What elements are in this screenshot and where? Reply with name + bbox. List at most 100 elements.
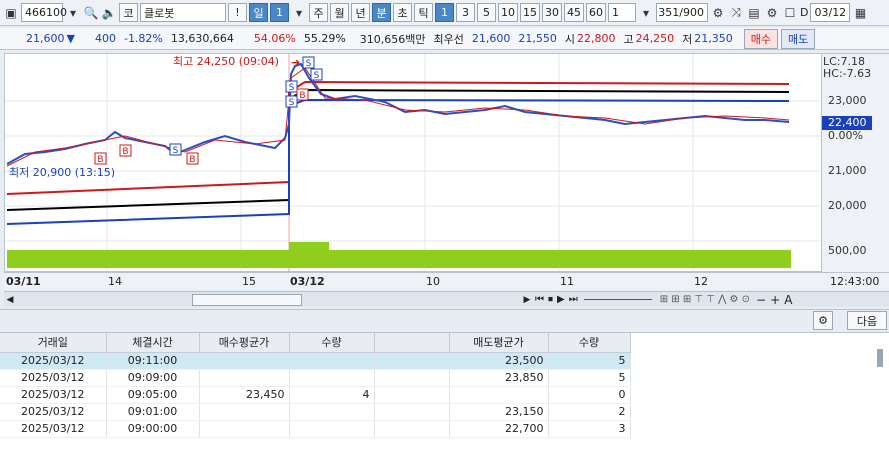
period-tick-button[interactable]: 틱 (414, 3, 433, 22)
date-checkbox[interactable]: ☐ (782, 3, 798, 22)
period-dropdown-icon[interactable]: ▾ (291, 3, 307, 22)
period-day-button[interactable]: 일 (249, 3, 268, 22)
chart-scrollbar[interactable]: ◀ ▶ ⏮ ⏹ ▶ ⏭ ⊞ ⊞ ⊞ ⊤ ⊤ ⋀ ⚙ ⊙ − + A (4, 291, 889, 307)
trade-history-table: 거래일 체결시간 매수평균가 수량 매도평균가 수량 2025/03/12 09… (0, 332, 889, 450)
col-header-date[interactable]: 거래일 (0, 333, 107, 353)
next-button[interactable]: 다음 (847, 311, 887, 330)
col-header-time[interactable]: 체결시간 (106, 333, 200, 353)
speaker-icon[interactable]: 🔈 (101, 3, 117, 22)
trade-panel-header: ⚙ 다음 (0, 309, 889, 331)
col-header-sell-avg[interactable]: 매도평균가 (449, 333, 549, 353)
stock-code-input[interactable]: 466100 (21, 3, 67, 22)
candle-settings-icon[interactable]: ⚙ (710, 3, 726, 22)
alert-button[interactable]: ! (228, 3, 247, 22)
minute-1-button[interactable]: 1 (435, 3, 454, 22)
scroll-thumb[interactable] (192, 293, 302, 306)
col-header-buy-qty[interactable]: 수량 (289, 333, 375, 353)
sell-marker-label: S (314, 71, 320, 81)
x-label: 11 (560, 275, 574, 288)
minute-30-button[interactable]: 30 (542, 3, 562, 22)
chart-canvas: B B S B S S S B S 최고 24,250 (09:04) 최저 2… (5, 54, 821, 271)
scroll-left-icon[interactable]: ◀ (4, 295, 16, 305)
drawing-tools-icon[interactable]: ⊞ ⊞ ⊞ ⊤ ⊤ ⋀ ⚙ ⊙ (660, 294, 750, 305)
open-label: 시 (564, 32, 576, 46)
ratio-1: 54.06% (253, 32, 296, 45)
low-annotation: 최저 20,900 (13:15) (9, 166, 115, 179)
buy-marker-label: B (299, 91, 305, 101)
sell-button[interactable]: 매도 (781, 28, 816, 49)
search-icon[interactable]: 🔍 (83, 3, 99, 22)
hc-label: HC:-7.63 (823, 67, 872, 80)
cell-sell-avg (449, 386, 549, 404)
date-input[interactable]: 03/12 (810, 3, 851, 22)
cell-sell-avg: 23,500 (449, 352, 549, 370)
interval-input[interactable]: 1 (608, 3, 636, 22)
minute-60-button[interactable]: 60 (586, 3, 606, 22)
table-row[interactable]: 2025/03/12 09:01:00 23,150 2 (0, 403, 631, 421)
period-month-button[interactable]: 월 (330, 3, 349, 22)
cell-date: 2025/03/12 (0, 386, 107, 404)
scroll-right-icon[interactable]: ▶ (521, 295, 533, 305)
table-row[interactable]: 2025/03/12 09:11:00 23,500 5 (0, 352, 631, 370)
save-icon[interactable]: ▤ (746, 3, 762, 22)
stop-icon[interactable]: ⏹ (548, 294, 553, 305)
current-price: 21,600 (26, 32, 65, 45)
font-size-icon[interactable]: A (784, 293, 792, 307)
col-header-buy-avg[interactable]: 매수평균가 (199, 333, 290, 353)
window-icon[interactable]: ▣ (3, 3, 19, 22)
minute-5-button[interactable]: 5 (477, 3, 496, 22)
table-scrollbar-thumb[interactable] (877, 349, 883, 367)
rewind-icon[interactable]: ⏮ (535, 294, 544, 305)
forward-icon[interactable]: ⏭ (569, 294, 578, 305)
code-type-button[interactable]: 코 (119, 3, 138, 22)
period-value-field[interactable]: 1 (270, 3, 289, 22)
table-row[interactable]: 2025/03/12 09:05:00 23,450 4 0 (0, 386, 631, 404)
dropdown-arrow-icon[interactable]: ▾ (65, 3, 81, 22)
zoom-slider[interactable] (583, 299, 652, 300)
zoom-in-icon[interactable]: + (770, 293, 780, 307)
period-week-button[interactable]: 주 (309, 3, 328, 22)
minute-15-button[interactable]: 15 (520, 3, 540, 22)
x-label: 10 (426, 275, 440, 288)
best-bid: 21,550 (518, 32, 557, 45)
volume: 13,630,664 (170, 32, 234, 45)
buy-marker-label: B (97, 155, 103, 165)
cell-sell-avg: 23,850 (449, 369, 549, 387)
stock-name-field[interactable]: 클로봇 (140, 3, 226, 22)
price-chart[interactable]: B B S B S S S B S 최고 24,250 (09:04) 최저 2… (4, 53, 822, 272)
high-label: 고 (623, 32, 634, 46)
col-header-sell-qty[interactable]: 수량 (548, 333, 631, 353)
zoom-out-icon[interactable]: − (756, 293, 766, 307)
play-icon[interactable]: ▶ (557, 294, 565, 305)
interval-dropdown-icon[interactable]: ▾ (638, 3, 654, 22)
x-label: 03/12 (290, 275, 325, 288)
period-year-button[interactable]: 년 (351, 3, 370, 22)
quote-bar: 21,600 ▼ 400 -1.82% 13,630,664 54.06% 55… (0, 28, 889, 50)
table-row[interactable]: 2025/03/12 09:09:00 23,850 5 (0, 369, 631, 387)
ratio-2: 55.29% (303, 32, 346, 45)
compare-icon[interactable]: ⤨ (728, 3, 744, 22)
sell-marker-label: S (173, 146, 179, 156)
cell-buy-qty: 4 (289, 386, 375, 404)
table-row[interactable]: 2025/03/12 09:00:00 22,700 3 (0, 420, 631, 438)
gear-icon[interactable]: ⚙ (764, 3, 780, 22)
col-header-blank[interactable] (374, 333, 450, 353)
cell-sell-qty: 3 (548, 420, 631, 438)
date-checkbox-label: D (800, 6, 809, 19)
period-second-button[interactable]: 초 (393, 3, 412, 22)
cell-buy-qty (289, 352, 375, 370)
cell-blank (374, 420, 450, 438)
panel-settings-icon[interactable]: ⚙ (813, 311, 833, 330)
calendar-icon[interactable]: ▦ (852, 3, 868, 22)
period-minute-button[interactable]: 분 (372, 3, 391, 22)
buy-button[interactable]: 매수 (743, 28, 779, 49)
count-display: 351/900 (656, 3, 708, 22)
minute-45-button[interactable]: 45 (564, 3, 584, 22)
minute-3-button[interactable]: 3 (456, 3, 475, 22)
open-price: 22,800 (577, 32, 616, 45)
cell-buy-qty (289, 369, 375, 387)
minute-10-button[interactable]: 10 (498, 3, 518, 22)
volume-bars (7, 250, 791, 268)
change-rate: -1.82% (123, 32, 163, 45)
low-label: 저 (682, 32, 693, 46)
